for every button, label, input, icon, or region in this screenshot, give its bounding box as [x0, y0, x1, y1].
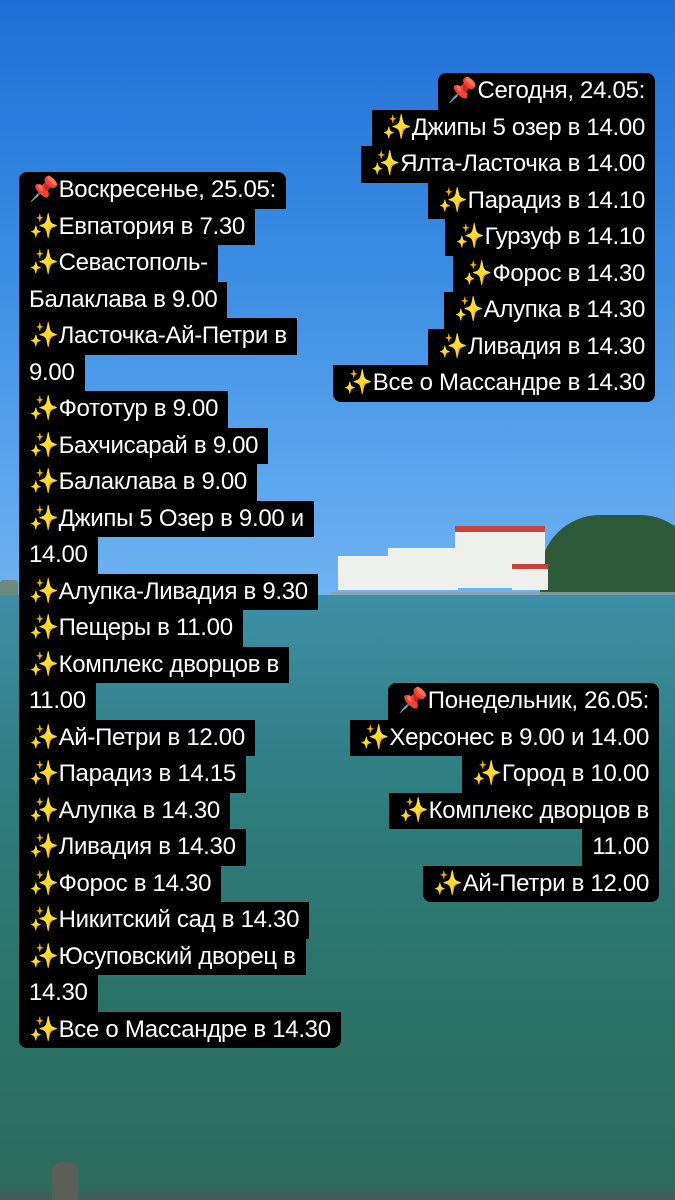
schedule-item: ✨Никитский сад в 14.30: [19, 902, 310, 939]
schedule-item: 11.00: [19, 683, 96, 720]
schedule-item: ✨Евпатория в 7.30: [19, 208, 255, 245]
schedule-monday: 📌Понедельник, 26.05: ✨Херсонес в 9.00 и …: [349, 683, 659, 902]
building-roof: [512, 564, 548, 569]
schedule-item: ✨Ай-Петри в 12.00: [423, 865, 659, 902]
building: [512, 566, 548, 590]
schedule-item: ✨Джипы 5 озер в 14.00: [372, 109, 655, 146]
schedule-item: 14.30: [19, 975, 98, 1012]
schedule-item: ✨Бахчисарай в 9.00: [19, 427, 269, 464]
schedule-item: ✨Фототур в 9.00: [19, 391, 229, 428]
schedule-item: 11.00: [582, 829, 659, 866]
pier-edge: [0, 1192, 675, 1200]
schedule-item: 14.00: [19, 537, 98, 574]
schedule-today: 📌Сегодня, 24.05: ✨Джипы 5 озер в 14.00 ✨…: [333, 73, 655, 402]
sunday-heading: 📌Воскресенье, 25.05:: [19, 172, 286, 209]
schedule-item: ✨Гурзуф в 14.10: [445, 219, 655, 256]
schedule-sunday: 📌Воскресенье, 25.05: ✨Евпатория в 7.30 ✨…: [19, 172, 341, 1048]
schedule-item: ✨Все о Массандре в 14.30: [333, 365, 655, 402]
schedule-item: ✨Все о Массандре в 14.30: [19, 1011, 341, 1048]
mooring-bollard: [52, 1162, 78, 1200]
schedule-item: ✨Город в 10.00: [462, 756, 659, 793]
schedule-item: ✨Алупка в 14.30: [19, 792, 230, 829]
schedule-item: ✨Севастополь-: [19, 245, 218, 282]
schedule-item: ✨Комплекс дворцов в: [19, 646, 289, 683]
schedule-item: ✨Форос в 14.30: [19, 865, 222, 902]
schedule-item: ✨Балаклава в 9.00: [19, 464, 257, 501]
building: [338, 556, 388, 590]
schedule-item: ✨Ливадия в 14.30: [428, 328, 655, 365]
monday-heading: 📌Понедельник, 26.05:: [388, 683, 659, 720]
schedule-item: ✨Ялта-Ласточка в 14.00: [360, 146, 655, 183]
building-roof: [455, 526, 545, 532]
schedule-item: ✨Комплекс дворцов в: [389, 792, 659, 829]
schedule-item: Балаклава в 9.00: [19, 281, 228, 318]
schedule-item: ✨Херсонес в 9.00 и 14.00: [349, 719, 659, 756]
schedule-item: ✨Форос в 14.30: [452, 255, 655, 292]
schedule-item: ✨Юсуповский дворец в: [19, 938, 306, 975]
schedule-item: 9.00: [19, 354, 85, 391]
schedule-item: ✨Парадиз в 14.10: [428, 182, 655, 219]
building: [388, 548, 458, 590]
schedule-item: ✨Алупка-Ливадия в 9.30: [19, 573, 318, 610]
schedule-item: ✨Ласточка-Ай-Петри в: [19, 318, 297, 355]
schedule-item: ✨Ливадия в 14.30: [19, 829, 246, 866]
schedule-item: ✨Джипы 5 Озер в 9.00 и: [19, 500, 314, 537]
schedule-item: ✨Ай-Петри в 12.00: [19, 719, 255, 756]
schedule-item: ✨Парадиз в 14.15: [19, 756, 246, 793]
schedule-item: ✨Пещеры в 11.00: [19, 610, 243, 647]
today-heading: 📌Сегодня, 24.05:: [437, 73, 655, 110]
schedule-item: ✨Алупка в 14.30: [444, 292, 655, 329]
